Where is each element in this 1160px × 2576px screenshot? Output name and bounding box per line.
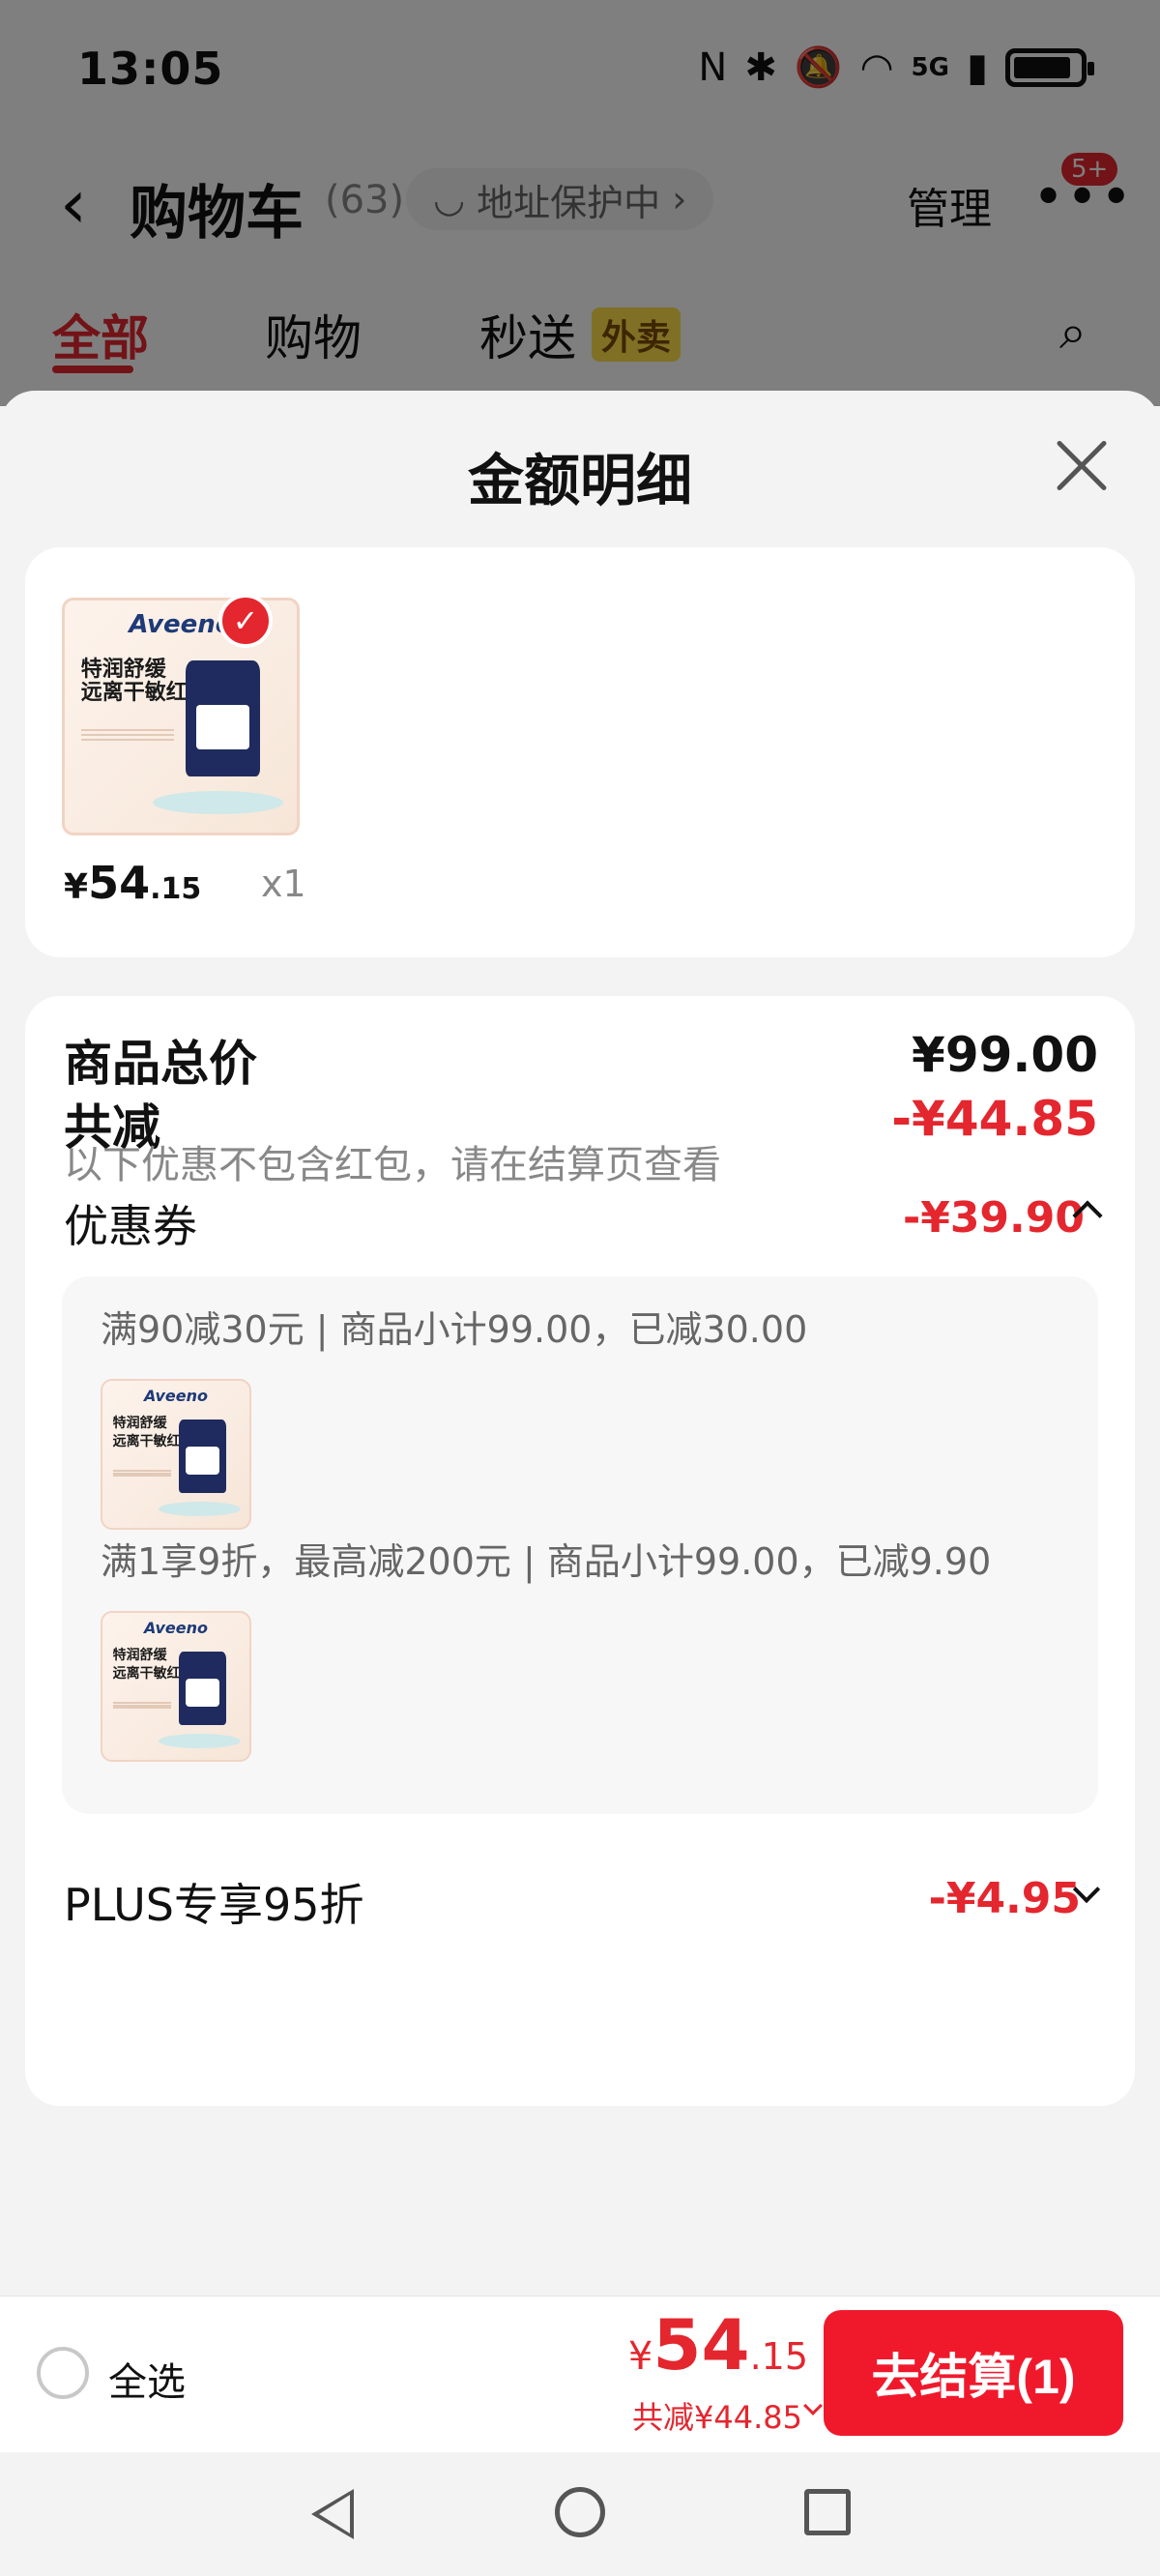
price-decimal: .15 <box>150 872 202 906</box>
coupon-value[interactable]: -¥39.90 <box>903 1193 1085 1243</box>
nav-back-icon[interactable] <box>311 2489 354 2539</box>
product-promo-line2: 远离干敏红 <box>112 1433 181 1449</box>
amount-detail-sheet: 金额明细 Aveeno 特润舒缓 远离干敏红 ✓ ¥54.15 x1 商品总价 … <box>0 391 1160 2296</box>
sheet-title: 金额明细 <box>467 448 692 513</box>
checkout-total-price: ¥54.15 <box>628 2304 808 2386</box>
nav-recents-icon[interactable] <box>804 2489 851 2535</box>
selected-check-icon: ✓ <box>218 594 273 648</box>
product-card: Aveeno 特润舒缓 远离干敏红 ✓ ¥54.15 x1 <box>25 547 1135 957</box>
price-detail-card: 商品总价 ¥99.00 共减 -¥44.85 以下优惠不包含红包，请在结算页查看… <box>25 996 1135 2106</box>
bottle-graphic <box>185 660 260 777</box>
close-icon[interactable] <box>1054 439 1108 493</box>
coupon-label: 优惠券 <box>64 1200 197 1252</box>
nav-home-icon[interactable] <box>555 2487 605 2537</box>
bottle-graphic <box>179 1651 226 1725</box>
product-promo-line1: 特润舒缓 <box>112 1416 167 1432</box>
checkout-button[interactable]: 去结算(1) <box>824 2310 1123 2436</box>
total-currency: ¥ <box>627 2334 653 2379</box>
plus-discount-label: PLUS专享95折 <box>64 1879 364 1931</box>
select-all-radio[interactable] <box>37 2347 89 2399</box>
product-promo-line2: 远离干敏红 <box>112 1665 181 1682</box>
product-promo-line2: 远离干敏红 <box>80 680 188 705</box>
bottle-graphic <box>179 1419 226 1493</box>
price-integer: 54 <box>88 857 151 909</box>
checkout-saved[interactable]: 共减¥44.85 <box>632 2393 802 2438</box>
price-currency: ¥ <box>64 867 89 907</box>
coupon-list: 满90减30元 | 商品小计99.00，已减30.00 Aveeno 特润舒缓 … <box>62 1276 1098 1814</box>
feature-list-graphic <box>112 1469 172 1513</box>
coupon-desc-1: 满90减30元 | 商品小计99.00，已减30.00 <box>101 1308 808 1351</box>
system-nav-bar <box>0 2452 1160 2576</box>
product-brand: Aveeno <box>143 1619 209 1638</box>
plus-discount-value[interactable]: -¥4.95 <box>929 1874 1081 1923</box>
product-promo-line1: 特润舒缓 <box>112 1648 167 1664</box>
total-decimal: .15 <box>749 2335 808 2378</box>
product-price: ¥54.15 <box>64 857 201 909</box>
product-brand: Aveeno <box>143 1387 209 1406</box>
total-price-label: 商品总价 <box>64 1036 257 1092</box>
coupon-product-image-1[interactable]: Aveeno 特润舒缓 远离干敏红 <box>101 1379 251 1530</box>
product-quantity: x1 <box>261 863 306 905</box>
feature-list-graphic <box>80 726 174 809</box>
select-all-label[interactable]: 全选 <box>108 2351 186 2407</box>
discount-note: 以下优惠不包含红包，请在结算页查看 <box>64 1143 721 1187</box>
total-integer: 54 <box>652 2304 750 2386</box>
feature-list-graphic <box>112 1701 172 1745</box>
coupon-desc-2: 满1享9折，最高减200元 | 商品小计99.00，已减9.90 <box>101 1540 992 1583</box>
discount-value: -¥44.85 <box>891 1091 1098 1147</box>
checkout-bar: 全选 ¥54.15 共减¥44.85 去结算(1) <box>0 2296 1160 2452</box>
dim-overlay[interactable] <box>0 0 1160 406</box>
coupon-product-image-2[interactable]: Aveeno 特润舒缓 远离干敏红 <box>101 1611 251 1762</box>
chevron-down-icon[interactable] <box>803 2396 823 2415</box>
total-price-value: ¥99.00 <box>912 1027 1098 1083</box>
